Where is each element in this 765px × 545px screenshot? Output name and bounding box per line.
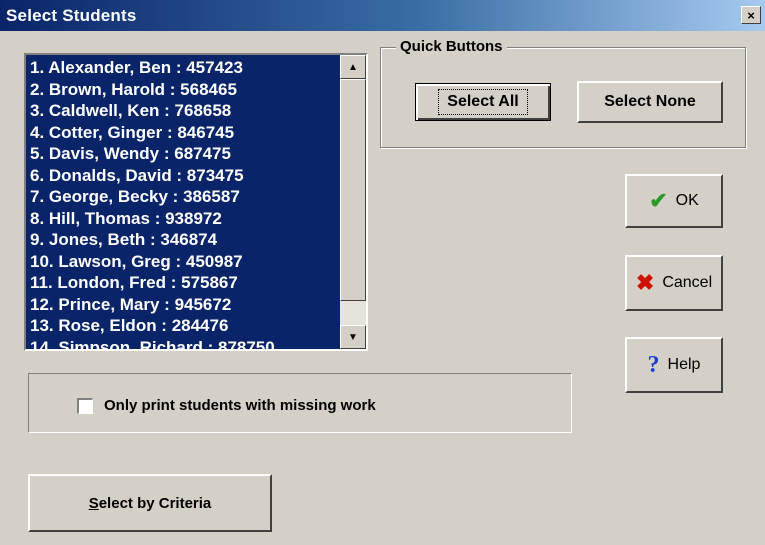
student-list-item[interactable]: 5. Davis, Wendy : 687475 — [26, 143, 340, 165]
list-scrollbar[interactable]: ▲ ▼ — [340, 55, 366, 349]
window-title: Select Students — [6, 6, 137, 25]
select-all-label: Select All — [438, 89, 528, 115]
missing-work-checkbox[interactable] — [77, 398, 93, 414]
student-list-item[interactable]: 8. Hill, Thomas : 938972 — [26, 208, 340, 230]
student-list-item[interactable]: 7. George, Becky : 386587 — [26, 186, 340, 208]
title-bar[interactable]: Select Students × — [0, 0, 765, 31]
student-list-item[interactable]: 11. London, Fred : 575867 — [26, 272, 340, 294]
student-list-item[interactable]: 6. Donalds, David : 873475 — [26, 165, 340, 187]
select-by-criteria-button[interactable]: Select by Criteria — [28, 474, 272, 532]
missing-work-label[interactable]: Only print students with missing work — [104, 397, 376, 414]
select-all-button[interactable]: Select All — [415, 83, 551, 121]
student-list-item[interactable]: 1. Alexander, Ben : 457423 — [26, 57, 340, 79]
checkmark-icon: ✔ — [649, 188, 668, 213]
student-list[interactable]: 1. Alexander, Ben : 457423 2. Brown, Haro… — [26, 55, 340, 349]
student-list-item[interactable]: 13. Rose, Eldon : 284476 — [26, 315, 340, 337]
select-none-label: Select None — [604, 93, 696, 110]
student-list-item[interactable]: 10. Lawson, Greg : 450987 — [26, 251, 340, 273]
student-list-item[interactable]: 12. Prince, Mary : 945672 — [26, 294, 340, 316]
question-icon: ? — [647, 352, 660, 378]
close-icon: × — [747, 7, 755, 23]
help-label: Help — [667, 356, 701, 373]
scroll-down-button[interactable]: ▼ — [340, 325, 366, 349]
ok-button[interactable]: ✔ OK — [625, 174, 723, 228]
cancel-label: Cancel — [662, 274, 713, 291]
scroll-up-button[interactable]: ▲ — [340, 55, 366, 79]
x-icon: ✖ — [635, 270, 655, 295]
quick-buttons-legend: Quick Buttons — [396, 38, 507, 55]
arrow-up-icon: ▲ — [348, 61, 358, 73]
student-list-item[interactable]: 4. Cotter, Ginger : 846745 — [26, 122, 340, 144]
student-list-item[interactable]: 3. Caldwell, Ken : 768658 — [26, 100, 340, 122]
student-list-item[interactable]: 9. Jones, Beth : 346874 — [26, 229, 340, 251]
ok-label: OK — [675, 192, 699, 209]
cancel-button[interactable]: ✖ Cancel — [625, 255, 723, 311]
scroll-thumb[interactable] — [340, 79, 366, 301]
select-by-criteria-label: Select by Criteria — [88, 494, 212, 512]
close-button[interactable]: × — [741, 6, 761, 24]
student-list-item[interactable]: 14. Simpson, Richard : 878750 — [26, 337, 340, 350]
student-listbox[interactable]: 1. Alexander, Ben : 457423 2. Brown, Haro… — [24, 53, 368, 351]
select-none-button[interactable]: Select None — [577, 81, 723, 123]
help-button[interactable]: ? Help — [625, 337, 723, 393]
arrow-down-icon: ▼ — [348, 331, 358, 343]
student-list-item[interactable]: 2. Brown, Harold : 568465 — [26, 79, 340, 101]
